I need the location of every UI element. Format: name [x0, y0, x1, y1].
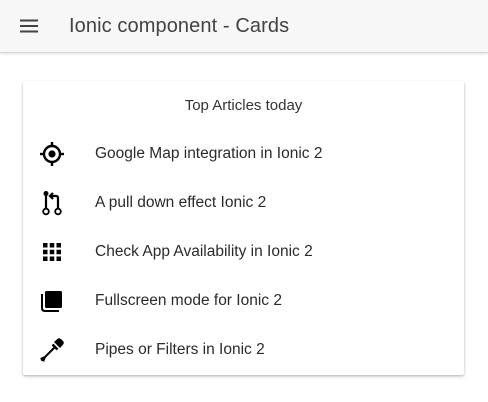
- git-pull-request-icon: [23, 190, 95, 216]
- list-item[interactable]: Check App Availability in Ionic 2: [23, 227, 464, 276]
- locate-icon: [23, 141, 95, 167]
- page-title: Ionic component - Cards: [69, 14, 290, 37]
- list-item[interactable]: A pull down effect Ionic 2: [23, 178, 464, 227]
- article-title: Pipes or Filters in Ionic 2: [95, 340, 265, 358]
- menu-button[interactable]: [0, 0, 58, 53]
- card-header: Top Articles today: [184, 96, 303, 114]
- menu-icon: [19, 18, 39, 34]
- copy-icon: [23, 289, 95, 313]
- apps-icon: [23, 242, 95, 262]
- app-toolbar: Ionic component - Cards: [0, 0, 488, 53]
- articles-card: Top Articles today Google Map integratio…: [23, 81, 464, 375]
- article-list: Google Map integration in Ionic 2 A pull…: [23, 129, 464, 374]
- eyedropper-icon: [23, 337, 95, 362]
- list-item[interactable]: Pipes or Filters in Ionic 2: [23, 325, 464, 374]
- article-title: Check App Availability in Ionic 2: [95, 242, 313, 260]
- list-item[interactable]: Fullscreen mode for Ionic 2: [23, 276, 464, 325]
- list-item[interactable]: Google Map integration in Ionic 2: [23, 129, 464, 178]
- article-title: Fullscreen mode for Ionic 2: [95, 291, 282, 309]
- article-title: Google Map integration in Ionic 2: [95, 144, 323, 162]
- article-title: A pull down effect Ionic 2: [95, 193, 267, 211]
